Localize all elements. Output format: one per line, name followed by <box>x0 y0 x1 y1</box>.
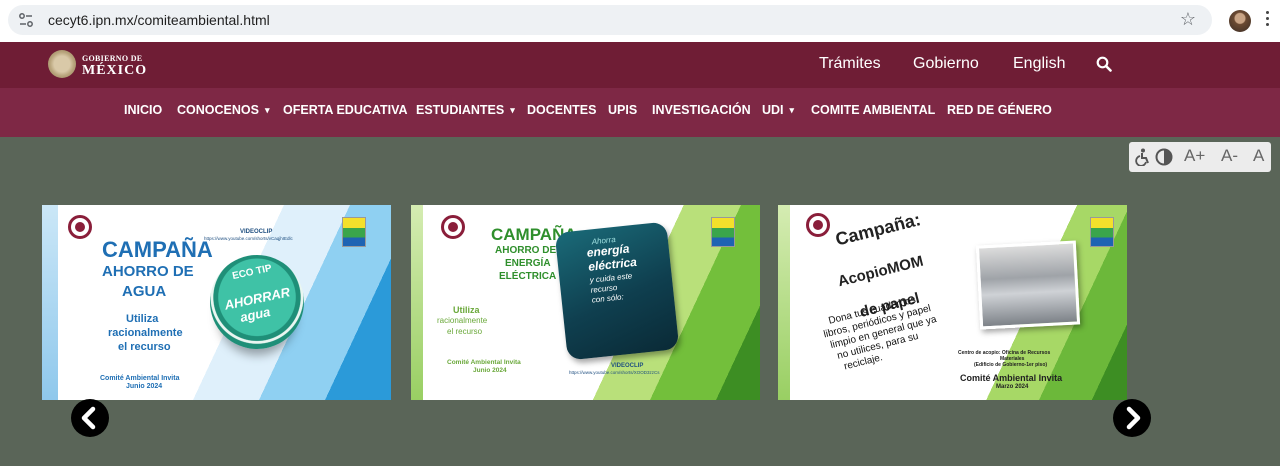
font-reset-button[interactable]: A <box>1253 146 1264 166</box>
slide-subtitle-line1: Utiliza <box>453 305 480 315</box>
browser-toolbar: cecyt6.ipn.mx/comiteambiental.html ☆ <box>0 0 1280 42</box>
site-info-icon[interactable] <box>18 12 34 28</box>
nav-item-conocenos[interactable]: CONOCENOS ▾ <box>177 103 269 117</box>
nav-item-docentes[interactable]: DOCENTES <box>527 103 596 117</box>
slide-title-line3: AGUA <box>122 283 167 300</box>
accessibility-toolbar: A+ A- A <box>1129 142 1271 172</box>
nav-item-investigacion[interactable]: INVESTIGACIÓN <box>652 103 751 117</box>
nav-item-udi[interactable]: UDI ▾ <box>762 103 794 117</box>
slide-title-line1: Campaña: <box>833 209 923 250</box>
slide-title-line2: AHORRO DE <box>102 263 194 280</box>
phone-text-line6: con sólo: <box>591 292 625 305</box>
chevron-down-icon: ▾ <box>789 105 795 115</box>
carousel-slide-ahorro-agua[interactable]: CAMPAÑA AHORRO DE AGUA Utiliza racionalm… <box>42 205 391 400</box>
ipn-logo-icon <box>342 217 366 247</box>
link-tramites[interactable]: Trámites <box>819 55 881 73</box>
gov-header <box>0 42 1280 88</box>
slide-video-url[interactable]: https://www.youtube.com/shorts/XOOD3zzCs <box>569 370 660 375</box>
carousel-prev-button[interactable] <box>71 399 109 437</box>
profile-avatar[interactable] <box>1229 10 1251 32</box>
url-text[interactable]: cecyt6.ipn.mx/comiteambiental.html <box>48 12 270 28</box>
gov-logo-big-text[interactable]: MÉXICO <box>82 63 147 79</box>
phone-graphic: Ahorra energía eléctrica y cuida este re… <box>554 221 680 361</box>
link-english[interactable]: English <box>1013 55 1065 73</box>
nav-label: OFERTA EDUCATIVA <box>283 103 408 117</box>
accessibility-icon[interactable] <box>1135 148 1151 166</box>
slide-footer-line1: Comité Ambiental Invita <box>447 359 521 366</box>
carousel-slide-acopio-papel[interactable]: Campaña: AcopioMOM de papel Dona tus cua… <box>778 205 1127 400</box>
newspaper-stack-photo <box>975 240 1081 330</box>
slide-video-url[interactable]: https://www.youtube.com/shorts/vCaqjhIEd… <box>204 236 293 241</box>
gov-mexico-emblem-icon[interactable] <box>48 50 76 78</box>
slide-subtitle-line2: racionalmente <box>437 316 488 325</box>
nav-item-red-de-genero[interactable]: RED DE GÉNERO <box>947 103 1052 117</box>
nav-label: UDI <box>762 103 784 117</box>
nav-label: INVESTIGACIÓN <box>652 103 751 117</box>
ipn-logo-icon <box>711 217 735 247</box>
slide-footer-line2: Junio 2024 <box>126 383 163 390</box>
carousel-slide-ahorro-energia[interactable]: CAMPAÑA AHORRO DE ENERGÍA ELÉCTRICA Util… <box>411 205 760 400</box>
slide-subtitle-line3: el recurso <box>118 341 171 353</box>
nav-item-oferta-educativa[interactable]: OFERTA EDUCATIVA <box>283 103 408 117</box>
slide-subtitle-line2: racionalmente <box>108 327 183 339</box>
nav-item-estudiantes[interactable]: ESTUDIANTES ▾ <box>416 103 515 117</box>
contrast-icon[interactable] <box>1155 148 1173 166</box>
nav-item-upis[interactable]: UPIS <box>608 103 637 117</box>
nav-label: COMITE AMBIENTAL <box>811 103 936 117</box>
nav-label: DOCENTES <box>527 103 597 117</box>
slide-title-line3: ENERGÍA <box>505 258 551 269</box>
nav-item-inicio[interactable]: INICIO <box>124 103 162 117</box>
slide-subtitle-line3: el recurso <box>447 327 483 336</box>
chevron-down-icon: ▾ <box>510 105 515 115</box>
chevron-left-icon <box>81 406 96 430</box>
cecyt-seal-icon <box>441 215 465 239</box>
font-increase-button[interactable]: A+ <box>1184 146 1205 166</box>
cecyt-seal-icon <box>68 215 92 239</box>
chevron-down-icon: ▾ <box>264 105 270 115</box>
nav-label: CONOCENOS <box>177 103 259 117</box>
slide-subtitle-line1: Utiliza <box>126 313 159 325</box>
nav-label: ESTUDIANTES <box>416 103 505 117</box>
nav-label: RED DE GÉNERO <box>947 103 1052 117</box>
bookmark-star-icon[interactable]: ☆ <box>1180 9 1196 30</box>
chevron-right-icon <box>1126 406 1141 430</box>
search-icon[interactable] <box>1096 56 1112 72</box>
slide-title-line2: AHORRO DE <box>495 245 557 256</box>
slide-video-label: VIDEOCLIP <box>240 229 273 235</box>
nav-label: UPIS <box>608 103 638 117</box>
nav-item-comite-ambiental[interactable]: COMITE AMBIENTAL <box>811 103 935 117</box>
link-gobierno[interactable]: Gobierno <box>913 55 979 73</box>
nav-label: INICIO <box>124 103 163 117</box>
slide-center-line3: (Edificio de Gobierno-1er piso) <box>974 362 1048 368</box>
kebab-menu-icon[interactable] <box>1266 11 1270 29</box>
ipn-logo-icon <box>1090 217 1114 247</box>
slide-footer-line1: Comité Ambiental Invita <box>960 373 1063 383</box>
carousel-next-button[interactable] <box>1113 399 1151 437</box>
slide-title-line1: CAMPAÑA <box>102 237 213 262</box>
slide-footer-line2: Junio 2024 <box>473 367 507 374</box>
slide-video-label: VIDEOCLIP <box>611 363 644 369</box>
font-decrease-button[interactable]: A- <box>1221 146 1238 166</box>
address-bar[interactable]: cecyt6.ipn.mx/comiteambiental.html ☆ <box>8 5 1212 35</box>
gov-logo-small-text[interactable]: GOBIERNO DE <box>82 54 142 63</box>
slide-footer-line1: Comité Ambiental Invita <box>100 375 180 382</box>
slide-title-line4: ELÉCTRICA <box>499 271 557 282</box>
slide-title-line2: AcopioMOM <box>836 252 926 291</box>
slide-footer-line2: Marzo 2024 <box>996 384 1029 390</box>
